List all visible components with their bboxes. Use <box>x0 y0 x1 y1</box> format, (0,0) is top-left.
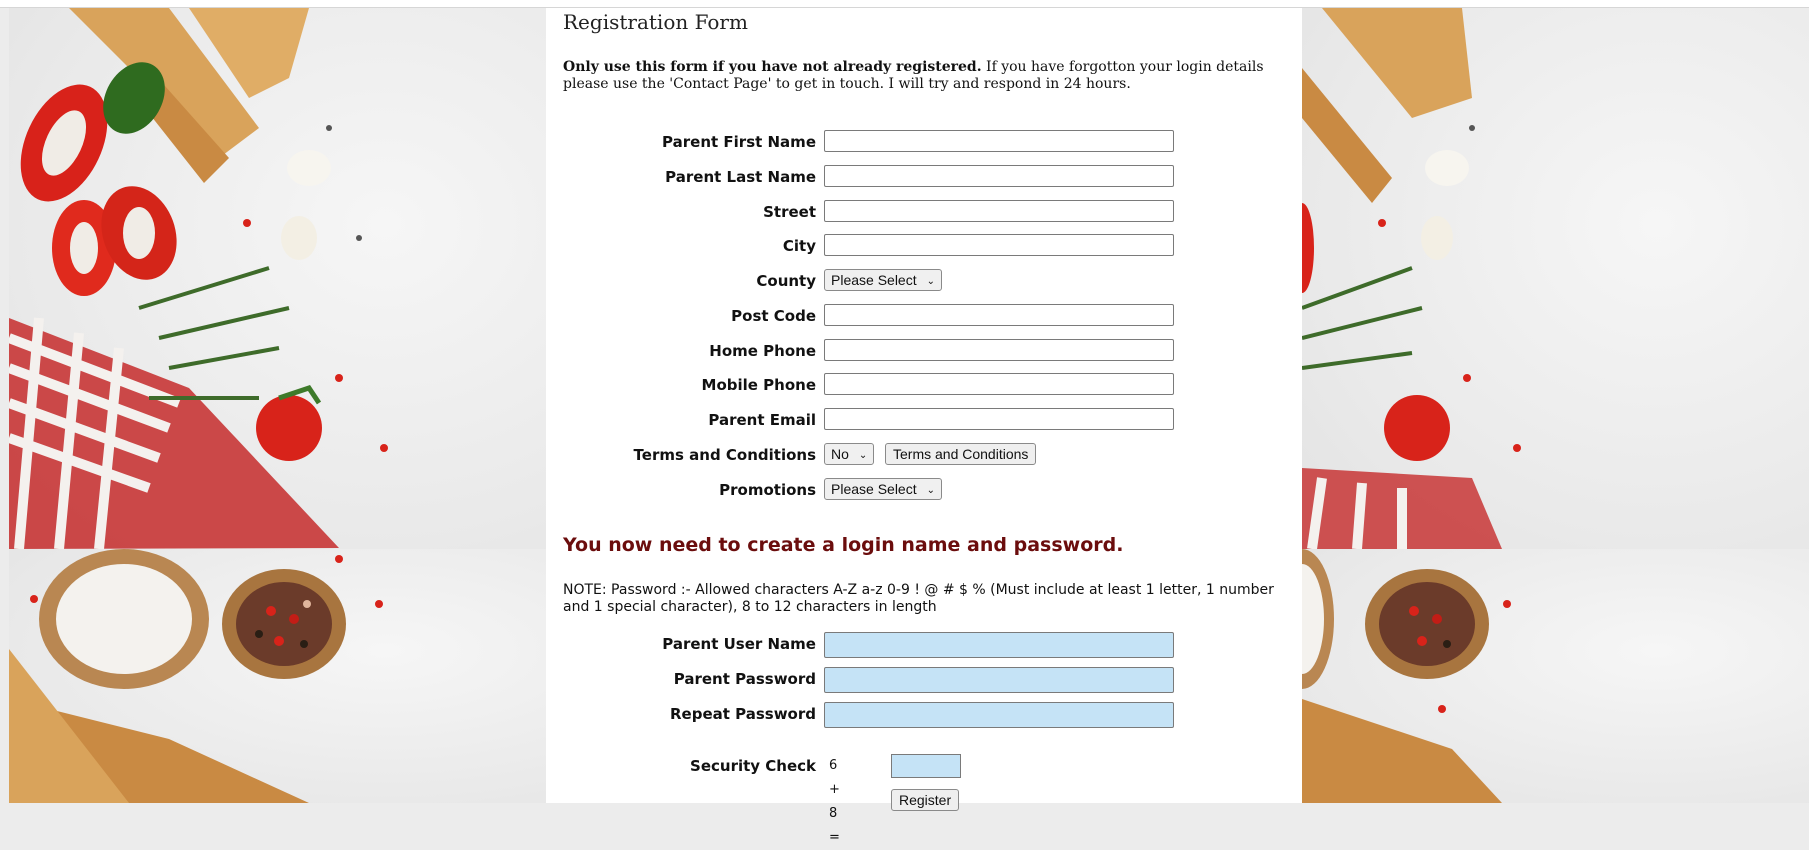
county-selected-value: Please Select <box>831 272 917 288</box>
promotions-selected-value: Please Select <box>831 481 917 497</box>
home-phone-input[interactable] <box>824 339 1174 361</box>
home-phone-label: Home Phone <box>709 342 816 360</box>
terms-selected-value: No <box>831 446 849 462</box>
last-name-label: Parent Last Name <box>665 168 816 186</box>
background-image-kitchen-herbs <box>9 8 546 549</box>
promotions-label: Promotions <box>719 481 816 499</box>
registration-panel: Registration Form Only use this form if … <box>546 8 1302 845</box>
first-name-label: Parent First Name <box>662 133 816 151</box>
password-label: Parent Password <box>673 670 816 688</box>
login-section-heading: You now need to create a login name and … <box>563 534 1124 556</box>
background-image-spice-bowls <box>9 549 546 803</box>
password-input[interactable] <box>824 667 1174 693</box>
street-label: Street <box>763 203 816 221</box>
browser-top-edge <box>0 0 1809 8</box>
city-label: City <box>782 237 816 255</box>
chevron-down-icon: ⌄ <box>926 485 935 496</box>
security-answer-input[interactable] <box>891 754 961 778</box>
repeat-password-label: Repeat Password <box>669 705 816 723</box>
mobile-phone-input[interactable] <box>824 373 1174 395</box>
terms-select[interactable]: No ⌄ <box>824 443 875 465</box>
chevron-down-icon: ⌄ <box>858 450 868 461</box>
street-input[interactable] <box>824 200 1174 222</box>
post-code-input[interactable] <box>824 304 1174 326</box>
first-name-input[interactable] <box>824 130 1174 152</box>
mobile-phone-label: Mobile Phone <box>701 376 816 394</box>
intro-text: Only use this form if you have not alrea… <box>563 59 1283 93</box>
county-label: County <box>756 272 816 290</box>
chevron-down-icon: ⌄ <box>926 276 935 287</box>
security-question: 6 + 8 = <box>829 758 840 845</box>
user-name-label: Parent User Name <box>662 635 816 653</box>
county-select[interactable]: Please Select ⌄ <box>824 269 942 291</box>
background-image-kitchen-herbs-repeat <box>1302 8 1809 549</box>
user-name-input[interactable] <box>824 632 1174 658</box>
email-label: Parent Email <box>708 411 816 429</box>
repeat-password-input[interactable] <box>824 702 1174 728</box>
city-input[interactable] <box>824 234 1174 256</box>
email-input[interactable] <box>824 408 1174 430</box>
password-rules-note: NOTE: Password :- Allowed characters A-Z… <box>563 582 1274 615</box>
background-image-spice-bowls-repeat <box>1302 549 1809 803</box>
intro-warning: Only use this form if you have not alrea… <box>563 59 982 75</box>
register-button[interactable]: Register <box>891 789 960 811</box>
page-title: Registration Form <box>563 10 748 34</box>
last-name-input[interactable] <box>824 165 1174 187</box>
security-check-label: Security Check <box>690 757 816 775</box>
promotions-select[interactable]: Please Select ⌄ <box>824 478 942 500</box>
terms-label: Terms and Conditions <box>633 446 816 464</box>
terms-and-conditions-button[interactable]: Terms and Conditions <box>885 443 1037 465</box>
post-code-label: Post Code <box>731 307 816 325</box>
